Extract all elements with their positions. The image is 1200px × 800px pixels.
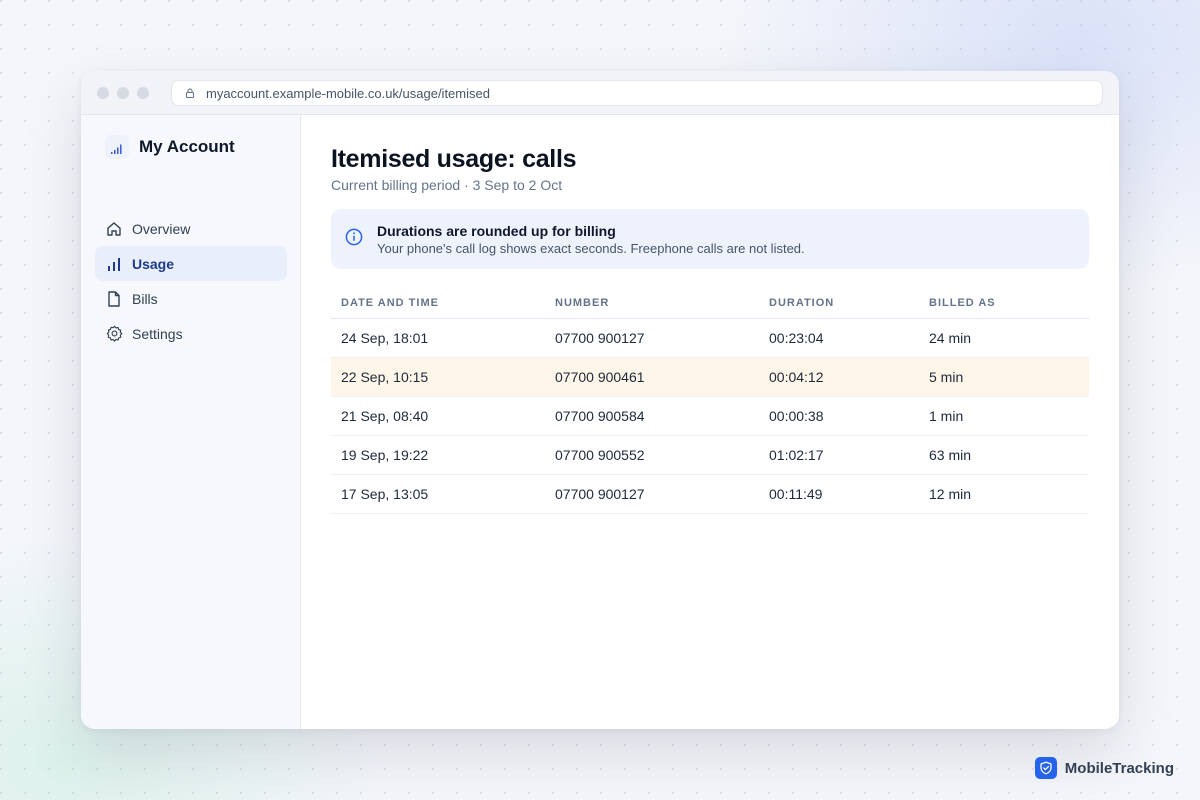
table-row[interactable]: 24 Sep, 18:01 07700 900127 00:23:04 24 m… bbox=[331, 319, 1089, 358]
browser-titlebar: myaccount.example-mobile.co.uk/usage/ite… bbox=[81, 71, 1119, 115]
cell-number: 07700 900584 bbox=[555, 408, 645, 424]
brand-name: My Account bbox=[139, 137, 235, 156]
home-icon bbox=[105, 220, 123, 238]
window-minimize-dot[interactable] bbox=[117, 86, 129, 99]
sidebar-item-usage[interactable]: Usage bbox=[95, 246, 287, 281]
cell-duration: 00:00:38 bbox=[769, 408, 824, 424]
cell-duration: 00:04:12 bbox=[769, 369, 824, 385]
watermark-label: MobileTracking bbox=[1064, 759, 1174, 777]
lock-icon bbox=[184, 86, 198, 100]
cell-duration: 00:23:04 bbox=[769, 330, 824, 346]
cell-number: 07700 900552 bbox=[555, 447, 645, 463]
column-header-duration[interactable]: DURATION bbox=[769, 297, 929, 309]
table-row[interactable]: 19 Sep, 19:22 07700 900552 01:02:17 63 m… bbox=[331, 436, 1089, 475]
sidebar-item-label: Overview bbox=[132, 220, 191, 237]
cell-datetime: 22 Sep, 10:15 bbox=[341, 369, 429, 385]
cell-duration: 00:11:49 bbox=[769, 486, 823, 502]
info-icon bbox=[345, 228, 363, 246]
cell-billed: 1 min bbox=[929, 408, 964, 424]
cell-datetime: 19 Sep, 19:22 bbox=[341, 447, 429, 463]
cell-duration: 01:02:17 bbox=[769, 447, 824, 463]
cell-number: 07700 900127 bbox=[555, 330, 645, 346]
table-row[interactable]: 21 Sep, 08:40 07700 900584 00:00:38 1 mi… bbox=[331, 397, 1089, 436]
document-icon bbox=[105, 290, 123, 308]
watermark-badge: MobileTracking bbox=[1034, 757, 1174, 779]
cell-datetime: 17 Sep, 13:05 bbox=[341, 486, 429, 502]
cell-billed: 63 min bbox=[929, 447, 972, 463]
notice-body: Your phone's call log shows exact second… bbox=[377, 241, 805, 256]
cell-datetime: 24 Sep, 18:01 bbox=[341, 330, 429, 346]
sidebar-item-overview[interactable]: Overview bbox=[95, 211, 287, 246]
table-row[interactable]: 22 Sep, 10:15 07700 900461 00:04:12 5 mi… bbox=[331, 358, 1089, 397]
cell-number: 07700 900127 bbox=[555, 486, 645, 502]
brand[interactable]: My Account bbox=[105, 135, 235, 159]
calls-table: DATE AND TIME NUMBER DURATION BILLED AS … bbox=[331, 287, 1089, 514]
sidebar-item-label: Settings bbox=[132, 325, 183, 342]
sidebar-item-label: Bills bbox=[132, 290, 158, 307]
page-subtitle: Current billing period · 3 Sep to 2 Oct bbox=[331, 177, 563, 193]
table-row[interactable]: 17 Sep, 13:05 07700 900127 00:11:49 12 m… bbox=[331, 475, 1089, 514]
sidebar: My Account Overview Usage Bills Settings bbox=[81, 115, 301, 729]
gear-icon bbox=[105, 325, 123, 343]
address-url: myaccount.example-mobile.co.uk/usage/ite… bbox=[206, 85, 490, 101]
browser-window: myaccount.example-mobile.co.uk/usage/ite… bbox=[81, 71, 1119, 729]
cell-number: 07700 900461 bbox=[555, 369, 645, 385]
shield-check-icon bbox=[1034, 757, 1057, 779]
column-header-datetime[interactable]: DATE AND TIME bbox=[331, 297, 555, 309]
column-header-billed[interactable]: BILLED AS bbox=[929, 297, 1089, 309]
window-maximize-dot[interactable] bbox=[137, 86, 149, 99]
cell-billed: 5 min bbox=[929, 369, 964, 385]
window-close-dot[interactable] bbox=[97, 86, 109, 99]
cell-billed: 12 min bbox=[929, 486, 972, 502]
page-title: Itemised usage: calls bbox=[331, 145, 577, 173]
notice-title: Durations are rounded up for billing bbox=[377, 223, 616, 239]
column-header-number[interactable]: NUMBER bbox=[555, 297, 769, 309]
table-header: DATE AND TIME NUMBER DURATION BILLED AS bbox=[331, 287, 1089, 319]
cell-datetime: 21 Sep, 08:40 bbox=[341, 408, 429, 424]
bar-chart-icon bbox=[105, 255, 123, 273]
address-bar[interactable]: myaccount.example-mobile.co.uk/usage/ite… bbox=[171, 80, 1103, 106]
sidebar-nav: Overview Usage Bills Settings bbox=[95, 211, 287, 351]
main-content: Itemised usage: calls Current billing pe… bbox=[331, 115, 1089, 729]
cell-billed: 24 min bbox=[929, 330, 972, 346]
signal-icon bbox=[105, 135, 129, 159]
sidebar-item-label: Usage bbox=[132, 255, 175, 272]
sidebar-item-bills[interactable]: Bills bbox=[95, 281, 287, 316]
sidebar-item-settings[interactable]: Settings bbox=[95, 316, 287, 351]
info-notice: Durations are rounded up for billing You… bbox=[331, 209, 1089, 269]
